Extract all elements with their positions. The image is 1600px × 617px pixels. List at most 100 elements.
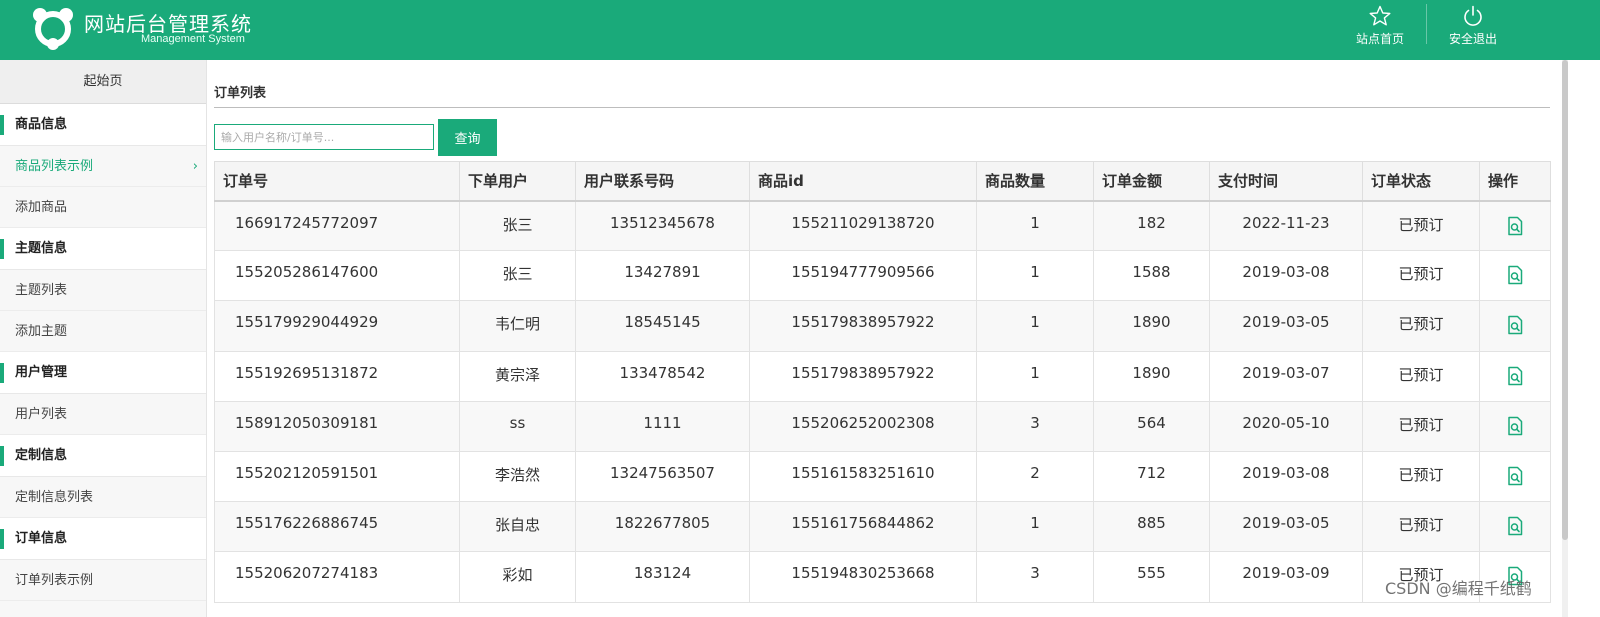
- amount-cell: 564: [1093, 400, 1210, 452]
- page-title: 订单列表: [214, 86, 267, 101]
- order-id-cell: 155192695131872: [214, 350, 460, 402]
- action-cell: [1479, 199, 1551, 252]
- table-row: 155206207274183 彩如 183124 155194830253668 3 5…: [214, 551, 1551, 603]
- quantity-cell: 3: [976, 400, 1094, 452]
- column-header: 用户联系号码: [575, 161, 750, 202]
- product-id-cell: 155179838957922: [749, 350, 977, 402]
- order-id-cell: 155205286147600: [214, 250, 460, 302]
- order-id-cell: 155176226886745: [214, 501, 460, 553]
- top-header: 网站后台管理系统 Management System 站点首页 安全退出: [0, 0, 1600, 60]
- order-id-cell: 166917245772097: [214, 199, 460, 252]
- customer-cell: 韦仁明: [459, 300, 576, 352]
- sidebar-item-user-list[interactable]: 用户列表: [0, 394, 206, 435]
- status-cell: 已预订: [1362, 300, 1480, 352]
- column-header: 下单用户: [459, 161, 576, 202]
- sidebar-group-users: 用户管理: [0, 352, 206, 394]
- customer-cell: 张三: [459, 199, 576, 252]
- table-row: 155179929044929 韦仁明 18545145 15517983895792…: [214, 300, 1551, 352]
- product-id-cell: 155206252002308: [749, 400, 977, 452]
- amount-cell: 712: [1093, 450, 1210, 503]
- view-detail-icon[interactable]: [1506, 466, 1524, 490]
- sidebar-item-custom-list[interactable]: 定制信息列表: [0, 477, 206, 518]
- pay-time-cell: 2019-03-07: [1209, 350, 1363, 402]
- table-row: 155202120591501 李浩然 13247563507 15516158325…: [214, 450, 1551, 503]
- quantity-cell: 1: [976, 300, 1094, 352]
- phone-cell: 13512345678: [575, 199, 750, 252]
- star-icon: [1369, 5, 1391, 26]
- sidebar-item-add-topic[interactable]: 添加主题: [0, 311, 206, 352]
- amount-cell: 1588: [1093, 250, 1210, 302]
- sidebar: 起始页 商品信息 商品列表示例 › 添加商品 主题信息 主题列表 添加主题 用户…: [0, 60, 207, 617]
- site-home-button[interactable]: 站点首页: [1350, 0, 1410, 60]
- order-id-cell: 155179929044929: [214, 300, 460, 352]
- column-header: 商品id: [749, 161, 977, 202]
- pay-time-cell: 2019-03-08: [1209, 250, 1363, 302]
- status-cell: 已预订: [1362, 450, 1480, 503]
- sidebar-item-product-list[interactable]: 商品列表示例 ›: [0, 146, 206, 187]
- view-detail-icon[interactable]: [1506, 216, 1524, 240]
- header-divider: [1426, 4, 1427, 44]
- sidebar-group-orders: 订单信息: [0, 518, 206, 560]
- view-detail-icon[interactable]: [1506, 516, 1524, 540]
- quantity-cell: 3: [976, 551, 1094, 603]
- logout-button[interactable]: 安全退出: [1443, 0, 1503, 60]
- quantity-cell: 1: [976, 250, 1094, 302]
- sidebar-item-label: 商品列表示例: [15, 159, 94, 174]
- view-detail-icon[interactable]: [1506, 366, 1524, 390]
- pay-time-cell: 2019-03-09: [1209, 551, 1363, 603]
- view-detail-icon[interactable]: [1506, 315, 1524, 339]
- sidebar-item-topic-list[interactable]: 主题列表: [0, 270, 206, 311]
- scrollbar-thumb[interactable]: [1562, 60, 1568, 540]
- action-cell: [1479, 250, 1551, 302]
- phone-cell: 183124: [575, 551, 750, 603]
- search-button[interactable]: 查询: [438, 119, 497, 156]
- title-divider: [214, 107, 1550, 108]
- customer-cell: 黄宗泽: [459, 350, 576, 402]
- action-cell: [1479, 300, 1551, 352]
- pay-time-cell: 2019-03-05: [1209, 501, 1363, 553]
- action-cell: [1479, 501, 1551, 553]
- chevron-right-icon: ›: [192, 159, 198, 174]
- sidebar-group-products: 商品信息: [0, 104, 206, 146]
- table-header-row: 订单号 下单用户 用户联系号码 商品id 商品数量 订单金额 支付时间 订单状态…: [214, 161, 1551, 202]
- table-row: 155205286147600 张三 13427891 155194777909566…: [214, 250, 1551, 302]
- orders-table: 订单号 下单用户 用户联系号码 商品id 商品数量 订单金额 支付时间 订单状态…: [214, 161, 1551, 603]
- quantity-cell: 1: [976, 350, 1094, 402]
- sidebar-item-add-product[interactable]: 添加商品: [0, 187, 206, 228]
- action-cell: [1479, 450, 1551, 503]
- phone-cell: 1111: [575, 400, 750, 452]
- view-detail-icon[interactable]: [1506, 265, 1524, 289]
- sidebar-start-page[interactable]: 起始页: [0, 60, 206, 104]
- product-id-cell: 155179838957922: [749, 300, 977, 352]
- column-header: 操作: [1479, 161, 1551, 202]
- product-id-cell: 155194830253668: [749, 551, 977, 603]
- view-detail-icon[interactable]: [1506, 416, 1524, 440]
- customer-cell: ss: [459, 400, 576, 452]
- order-id-cell: 158912050309181: [214, 400, 460, 452]
- vertical-scrollbar[interactable]: [1562, 60, 1568, 617]
- quantity-cell: 1: [976, 501, 1094, 553]
- column-header: 支付时间: [1209, 161, 1363, 202]
- search-input[interactable]: [214, 124, 434, 150]
- amount-cell: 885: [1093, 501, 1210, 553]
- pay-time-cell: 2019-03-08: [1209, 450, 1363, 503]
- site-home-label: 站点首页: [1355, 32, 1404, 46]
- table-row: 155192695131872 黄宗泽 133478542 1551798389579…: [214, 350, 1551, 402]
- power-icon: [1464, 5, 1482, 26]
- order-id-cell: 155202120591501: [214, 450, 460, 503]
- logout-label: 安全退出: [1448, 32, 1497, 46]
- action-cell: [1479, 350, 1551, 402]
- phone-cell: 13247563507: [575, 450, 750, 503]
- amount-cell: 1890: [1093, 300, 1210, 352]
- status-cell: 已预订: [1362, 350, 1480, 402]
- phone-cell: 133478542: [575, 350, 750, 402]
- product-id-cell: 155211029138720: [749, 199, 977, 252]
- amount-cell: 1890: [1093, 350, 1210, 402]
- column-header: 订单状态: [1362, 161, 1480, 202]
- customer-cell: 彩如: [459, 551, 576, 603]
- column-header: 商品数量: [976, 161, 1094, 202]
- pay-time-cell: 2022-11-23: [1209, 199, 1363, 252]
- sidebar-item-order-list[interactable]: 订单列表示例: [0, 560, 206, 601]
- quantity-cell: 1: [976, 199, 1094, 252]
- column-header: 订单号: [214, 161, 460, 202]
